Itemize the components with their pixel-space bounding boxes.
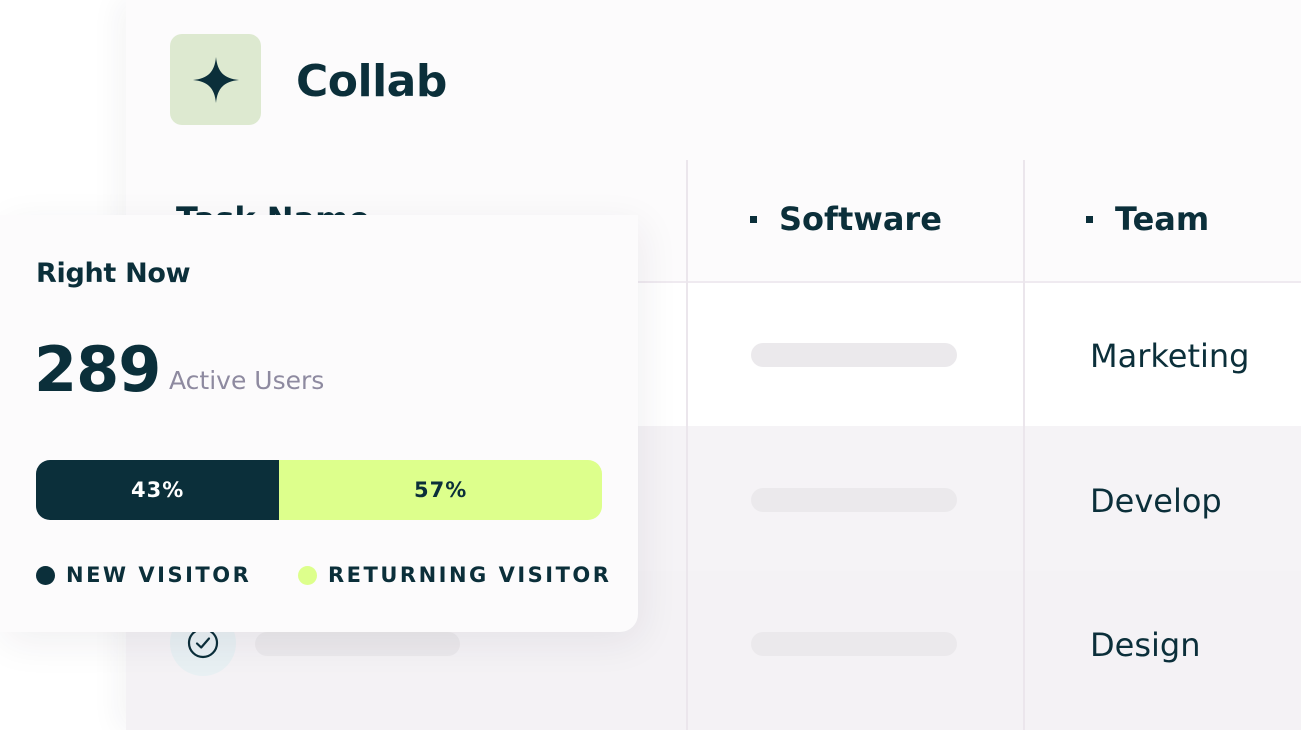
sparkle-icon [192, 56, 239, 103]
legend-dot-icon [36, 565, 55, 585]
column-header-label: Team [1115, 200, 1210, 238]
task-name-placeholder [255, 632, 460, 656]
software-placeholder [751, 488, 957, 512]
visitor-split-bar: 43% 57% [36, 460, 602, 520]
team-cell: Design [1090, 626, 1201, 664]
column-header-software[interactable]: Software [750, 200, 942, 238]
brand-name: Collab [296, 56, 447, 107]
legend-label: RETURNING VISITOR [328, 563, 612, 587]
active-users-label: Active Users [169, 366, 325, 395]
column-header-label: Software [779, 200, 942, 238]
column-bullet-icon [750, 215, 757, 223]
returning-visitor-segment: 57% [279, 460, 602, 520]
new-visitor-percent: 43% [131, 478, 185, 502]
team-cell: Marketing [1090, 337, 1250, 375]
card-title: Right Now [36, 258, 191, 289]
active-users-card: Right Now 289 Active Users 43% 57% NEW V… [0, 215, 638, 632]
legend-new-visitor: NEW VISITOR [36, 563, 251, 587]
column-bullet-icon [1086, 215, 1093, 223]
new-visitor-segment: 43% [36, 460, 280, 520]
column-divider [1023, 160, 1025, 730]
legend-returning-visitor: RETURNING VISITOR [298, 563, 611, 587]
active-users-count: 289 [34, 333, 161, 406]
team-cell: Develop [1090, 482, 1222, 520]
software-placeholder [751, 632, 957, 656]
column-header-team[interactable]: Team [1086, 200, 1209, 238]
column-divider [686, 160, 688, 730]
software-placeholder [751, 343, 957, 367]
legend-dot-icon [298, 565, 317, 585]
legend-label: NEW VISITOR [66, 563, 252, 587]
brand-logo [170, 34, 261, 125]
returning-visitor-percent: 57% [414, 478, 468, 502]
